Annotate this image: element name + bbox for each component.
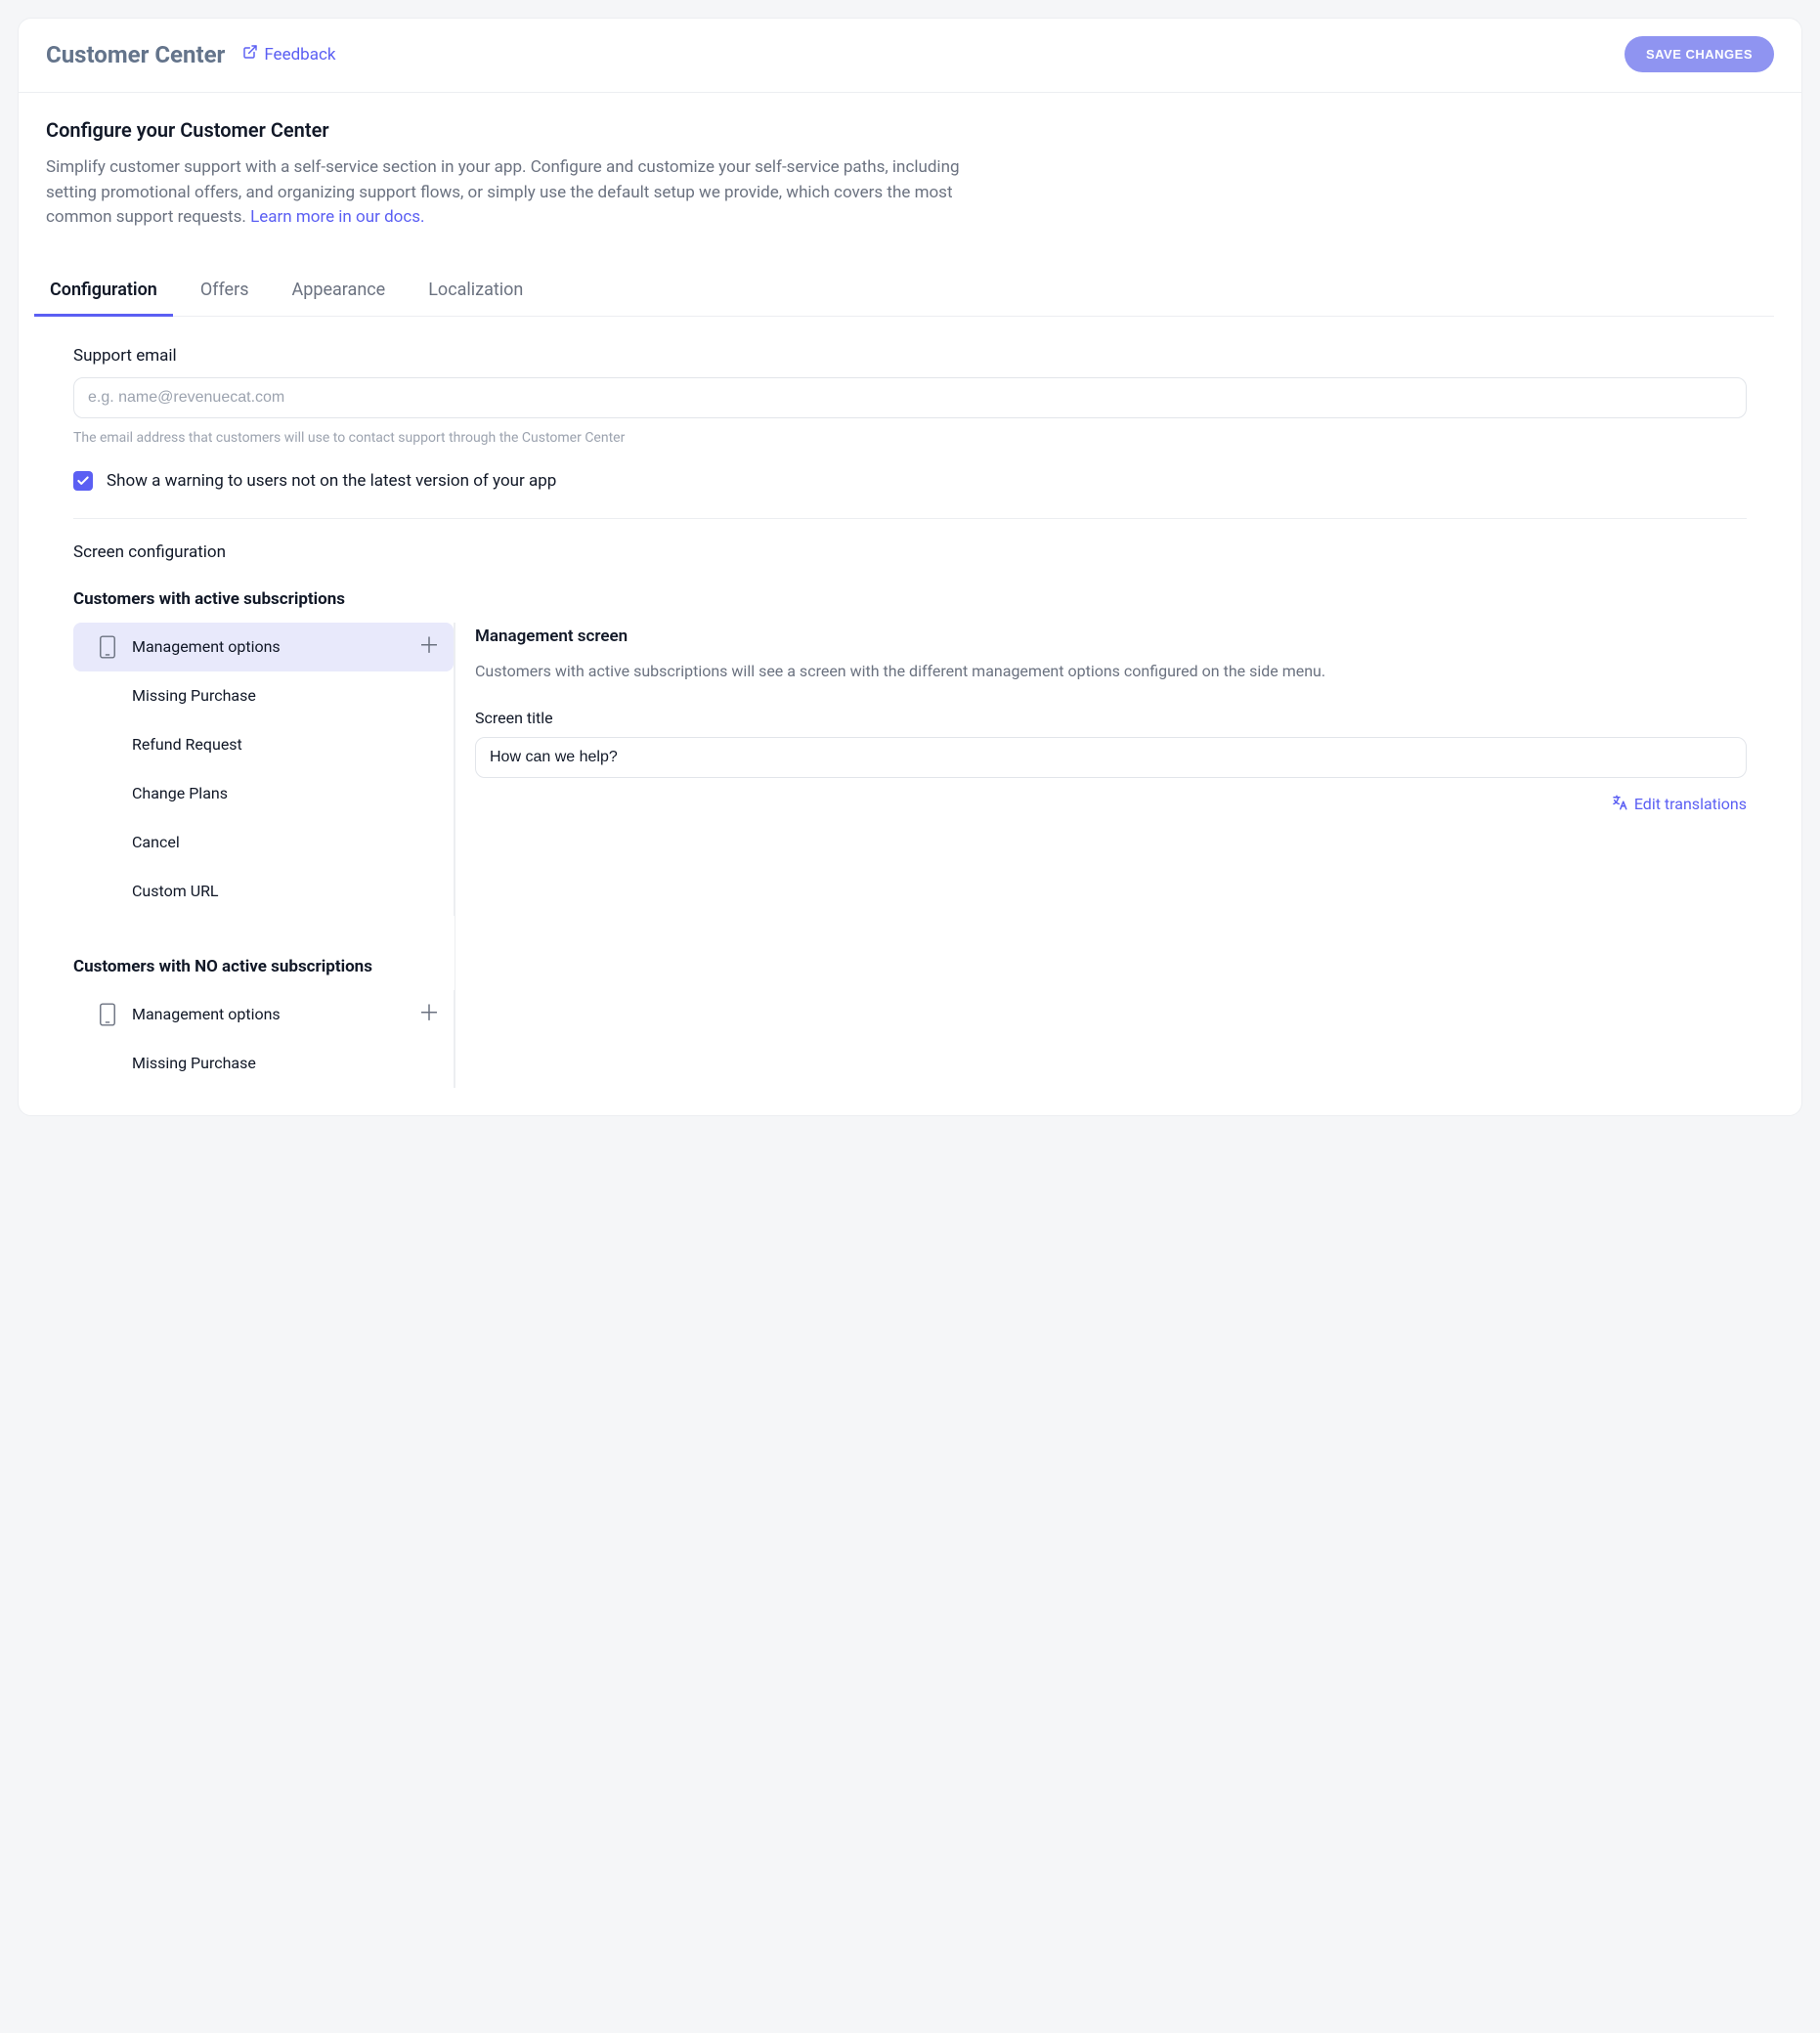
sidebar-item-label: Refund Request [132, 735, 242, 754]
sidebar-item-label: Missing Purchase [132, 686, 256, 705]
sidebar-item-refund-request[interactable]: Refund Request [73, 720, 454, 769]
sidebar-item-change-plans[interactable]: Change Plans [73, 769, 454, 818]
support-email-input[interactable] [73, 377, 1747, 418]
intro-heading: Configure your Customer Center [46, 118, 1774, 142]
sidebar-item-missing-purchase-inactive[interactable]: Missing Purchase [73, 1039, 454, 1088]
sidebar-item-label: Management options [132, 1005, 281, 1023]
sidebar-item-management-options-inactive[interactable]: Management options ＋ [73, 990, 454, 1039]
check-icon [76, 474, 90, 488]
sidebar-item-custom-url[interactable]: Custom URL [73, 867, 454, 916]
phone-icon [99, 1002, 116, 1027]
sidebar-item-label: Custom URL [132, 882, 219, 900]
edit-translations-label: Edit translations [1634, 795, 1747, 813]
screen-config-sidebar: Customers with active subscriptions Mana… [73, 589, 455, 1088]
divider [73, 518, 1747, 519]
tab-configuration[interactable]: Configuration [46, 266, 161, 316]
card-body: Configure your Customer Center Simplify … [19, 93, 1801, 1115]
edit-translations-link[interactable]: Edit translations [475, 794, 1747, 815]
sidebar-item-label: Cancel [132, 833, 180, 851]
page-title: Customer Center [46, 41, 225, 68]
intro-desc-text: Simplify customer support with a self-se… [46, 157, 960, 227]
phone-icon [99, 634, 116, 660]
warning-checkbox-row: Show a warning to users not on the lates… [73, 471, 1747, 491]
sidebar-item-missing-purchase[interactable]: Missing Purchase [73, 671, 454, 720]
translate-icon [1611, 794, 1628, 815]
tab-offers[interactable]: Offers [196, 266, 253, 316]
tab-localization[interactable]: Localization [424, 266, 527, 316]
plus-icon[interactable]: ＋ [418, 636, 440, 658]
configuration-panel: Support email The email address that cus… [46, 317, 1774, 1088]
sidebar-item-label: Change Plans [132, 784, 228, 802]
warning-checkbox-label: Show a warning to users not on the lates… [107, 471, 556, 491]
feedback-link[interactable]: Feedback [242, 44, 335, 65]
management-screen-desc: Customers with active subscriptions will… [475, 660, 1747, 683]
sidebar-item-label: Missing Purchase [132, 1054, 256, 1072]
feedback-label: Feedback [264, 45, 335, 65]
customer-center-card: Customer Center Feedback SAVE CHANGES Co… [18, 18, 1802, 1116]
screen-title-label: Screen title [475, 709, 1747, 727]
support-email-hint: The email address that customers will us… [73, 430, 1747, 446]
management-screen-heading: Management screen [475, 627, 1747, 646]
screen-title-input[interactable] [475, 737, 1747, 778]
screen-config-title: Screen configuration [73, 542, 1747, 562]
sidebar-item-cancel[interactable]: Cancel [73, 818, 454, 867]
tabs: Configuration Offers Appearance Localiza… [46, 266, 1774, 317]
sidebar-item-label: Management options [132, 637, 281, 656]
group-inactive-heading: Customers with NO active subscriptions [73, 957, 455, 976]
card-header: Customer Center Feedback SAVE CHANGES [19, 19, 1801, 93]
warning-checkbox[interactable] [73, 471, 93, 491]
screen-config-detail: Management screen Customers with active … [455, 623, 1747, 1088]
group-active-heading: Customers with active subscriptions [73, 589, 455, 609]
save-changes-button[interactable]: SAVE CHANGES [1625, 36, 1774, 72]
tab-appearance[interactable]: Appearance [287, 266, 389, 316]
learn-more-link[interactable]: Learn more in our docs. [250, 207, 424, 227]
sidebar-item-management-options-active[interactable]: Management options ＋ [73, 623, 454, 671]
screen-configuration: Screen configuration Customers with acti… [73, 542, 1747, 1088]
intro-description: Simplify customer support with a self-se… [46, 155, 1004, 231]
support-email-label: Support email [73, 346, 1747, 366]
open-external-icon [242, 44, 258, 65]
plus-icon[interactable]: ＋ [418, 1004, 440, 1025]
